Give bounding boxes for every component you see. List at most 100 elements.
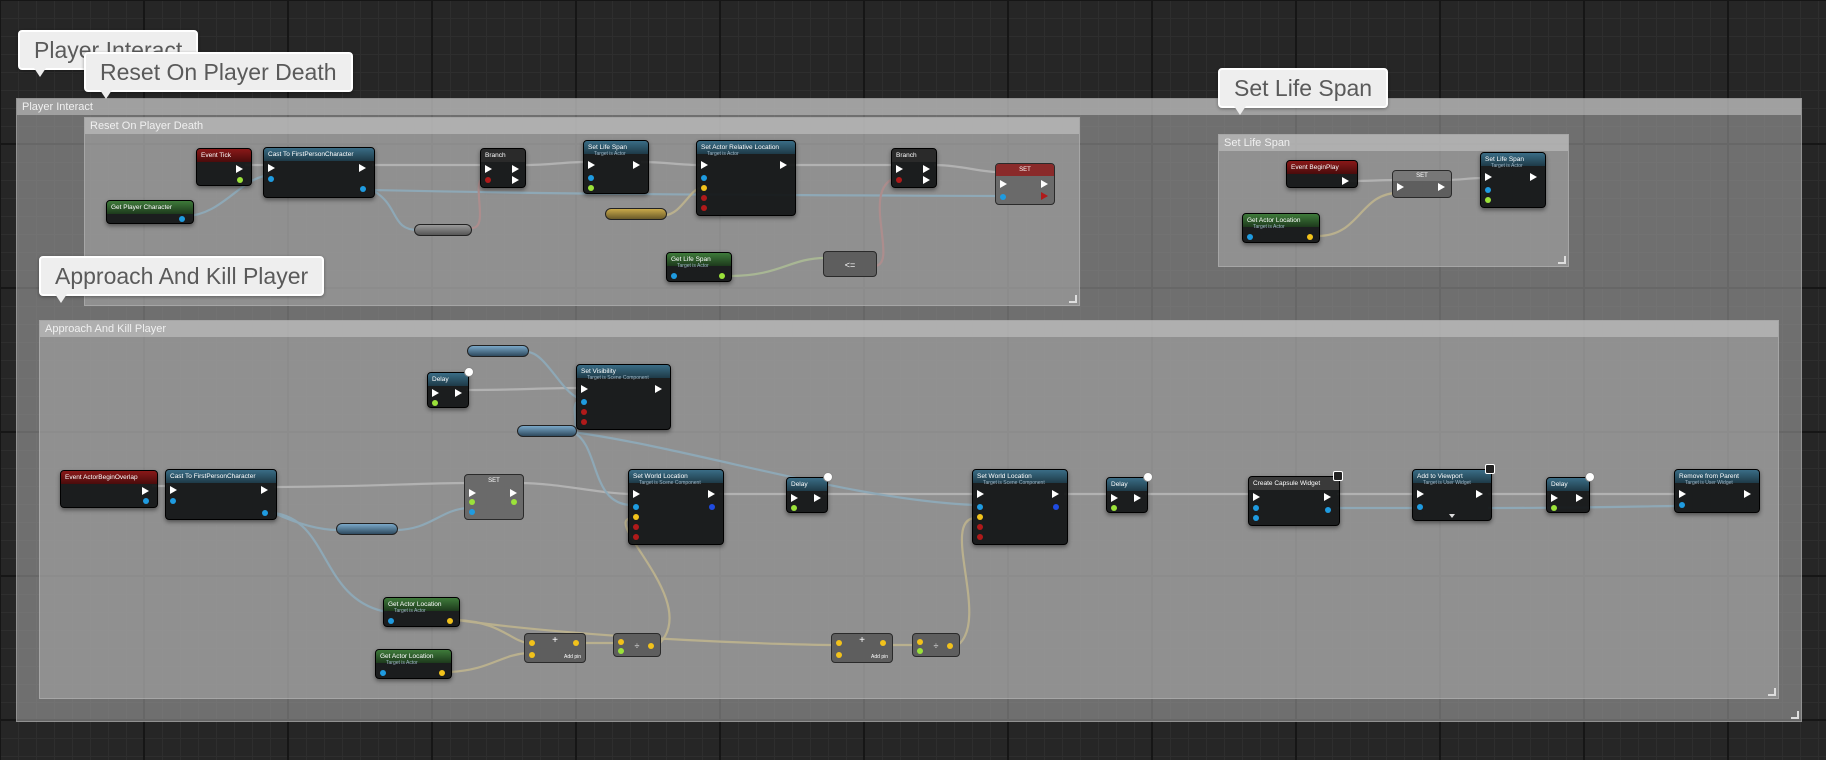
- vector-pin-icon[interactable]: [880, 640, 886, 646]
- vector-pin-icon[interactable]: [1307, 234, 1313, 240]
- object-pin-icon[interactable]: [1253, 505, 1259, 511]
- float-pin-icon[interactable]: [917, 648, 923, 654]
- struct-pin-icon[interactable]: [709, 504, 715, 510]
- exec-pin-icon[interactable]: [655, 385, 662, 393]
- object-pin-icon[interactable]: [469, 509, 475, 515]
- object-pin-icon[interactable]: [581, 399, 587, 405]
- object-pin-icon[interactable]: [262, 510, 268, 516]
- exec-pin-icon[interactable]: [1744, 490, 1751, 498]
- exec-pin-icon[interactable]: [1342, 177, 1349, 185]
- exec-pin-icon[interactable]: [1551, 494, 1558, 502]
- exec-pin-icon[interactable]: [588, 161, 595, 169]
- node-get-actor-location-2[interactable]: Get Actor Location Target is Actor: [383, 597, 460, 627]
- node-add-vector-2[interactable]: + Add pin: [831, 633, 893, 663]
- exec-pin-icon[interactable]: [923, 176, 930, 184]
- float-pin-icon[interactable]: [1111, 505, 1117, 511]
- bool-pin-icon[interactable]: [977, 524, 983, 530]
- vector-pin-icon[interactable]: [648, 643, 654, 649]
- exec-pin-icon[interactable]: [1485, 173, 1492, 181]
- exec-pin-icon[interactable]: [633, 161, 640, 169]
- node-add-to-viewport[interactable]: Add to Viewport Target is User Widget: [1412, 464, 1495, 521]
- node-get-actor-location-1[interactable]: Get Actor Location Target is Actor: [1242, 213, 1320, 243]
- resize-handle-icon[interactable]: [1791, 711, 1799, 719]
- object-pin-icon[interactable]: [633, 504, 639, 510]
- bool-pin-icon[interactable]: [581, 409, 587, 415]
- exec-pin-icon[interactable]: [1397, 183, 1404, 191]
- object-pin-icon[interactable]: [1417, 504, 1423, 510]
- exec-pin-icon[interactable]: [923, 165, 930, 173]
- object-pin-icon[interactable]: [388, 618, 394, 624]
- exec-pin-icon[interactable]: [708, 490, 715, 498]
- float-pin-icon[interactable]: [719, 273, 725, 279]
- bool-pin-icon[interactable]: [633, 534, 639, 540]
- node-set-3[interactable]: SET: [464, 474, 524, 520]
- exec-pin-icon[interactable]: [485, 165, 492, 173]
- vector-pin-icon[interactable]: [917, 639, 923, 645]
- exec-pin-icon[interactable]: [455, 389, 462, 397]
- exec-pin-icon[interactable]: [896, 165, 903, 173]
- exec-pin-icon[interactable]: [1417, 490, 1424, 498]
- node-add-vector-1[interactable]: + Add pin: [524, 633, 586, 663]
- exec-pin-icon[interactable]: [1253, 493, 1260, 501]
- node-set-world-location-1[interactable]: Set World Location Target is Scene Compo…: [628, 469, 724, 545]
- object-pin-icon[interactable]: [588, 175, 594, 181]
- object-pin-icon[interactable]: [1325, 507, 1331, 513]
- exec-pin-icon[interactable]: [510, 489, 517, 497]
- exec-pin-icon[interactable]: [512, 176, 519, 184]
- node-get-actor-location-3[interactable]: Get Actor Location Target is Actor: [375, 649, 452, 679]
- object-pin-icon[interactable]: [1679, 502, 1685, 508]
- bool-pin-icon[interactable]: [701, 205, 707, 211]
- node-compare[interactable]: <=: [823, 251, 877, 277]
- exec-pin-icon[interactable]: [1000, 180, 1007, 188]
- exec-pin-icon[interactable]: [1679, 490, 1686, 498]
- exec-pin-icon[interactable]: [268, 164, 275, 172]
- object-pin-icon[interactable]: [701, 175, 707, 181]
- exec-pin-icon[interactable]: [633, 490, 640, 498]
- exec-pin-icon[interactable]: [359, 164, 366, 172]
- float-pin-icon[interactable]: [237, 177, 243, 183]
- node-set-actor-relative-location[interactable]: Set Actor Relative Location Target is Ac…: [696, 140, 796, 216]
- exec-pin-icon[interactable]: [1111, 494, 1118, 502]
- object-pin-icon[interactable]: [380, 670, 386, 676]
- exec-pin-icon[interactable]: [1041, 180, 1048, 188]
- exec-pin-icon[interactable]: [432, 389, 439, 397]
- node-delay-2[interactable]: Delay: [786, 472, 833, 513]
- object-pin-icon[interactable]: [1000, 194, 1006, 200]
- node-get-player-character[interactable]: Get Player Character: [106, 200, 194, 224]
- float-pin-icon[interactable]: [1485, 197, 1491, 203]
- comment-bubble-reset-on-player-death[interactable]: Reset On Player Death: [84, 52, 353, 99]
- node-remove-from-parent[interactable]: Remove from Parent Target is User Widget: [1674, 469, 1760, 513]
- comment-bubble-set-life-span[interactable]: Set Life Span: [1218, 68, 1389, 115]
- exec-pin-icon[interactable]: [512, 165, 519, 173]
- node-set-life-span-2[interactable]: Set Life Span Target is Actor: [1480, 152, 1546, 208]
- comment-box-approach-and-kill-player[interactable]: Approach And Kill Player: [39, 320, 1779, 699]
- expand-chevron-icon[interactable]: [1449, 514, 1455, 518]
- vector-pin-icon[interactable]: [633, 514, 639, 520]
- node-reroute-bool[interactable]: [414, 224, 472, 236]
- exec-pin-icon[interactable]: [791, 494, 798, 502]
- comment-bubble-approach-and-kill-player[interactable]: Approach And Kill Player: [39, 256, 325, 303]
- vector-pin-icon[interactable]: [529, 652, 535, 658]
- node-set-world-location-2[interactable]: Set World Location Target is Scene Compo…: [972, 469, 1068, 545]
- node-event-tick[interactable]: Event Tick: [196, 148, 252, 186]
- vector-pin-icon[interactable]: [618, 639, 624, 645]
- object-pin-icon[interactable]: [268, 176, 274, 182]
- float-pin-icon[interactable]: [588, 185, 594, 191]
- node-event-beginplay[interactable]: Event BeginPlay: [1286, 160, 1358, 188]
- vector-pin-icon[interactable]: [447, 618, 453, 624]
- node-delay-4[interactable]: Delay: [1546, 472, 1595, 513]
- object-pin-icon[interactable]: [1247, 234, 1253, 240]
- exec-pin-icon[interactable]: [814, 494, 821, 502]
- vector-pin-icon[interactable]: [836, 652, 842, 658]
- exec-pin-icon[interactable]: [142, 487, 149, 495]
- float-pin-icon[interactable]: [1551, 505, 1557, 511]
- node-divide-vector-1[interactable]: ÷: [613, 633, 661, 657]
- exec-pin-icon[interactable]: [236, 165, 243, 173]
- exec-pin-icon[interactable]: [469, 489, 476, 497]
- bool-pin-icon[interactable]: [633, 524, 639, 530]
- node-reroute-object-3[interactable]: [517, 425, 577, 437]
- object-pin-icon[interactable]: [360, 186, 366, 192]
- float-pin-icon[interactable]: [791, 505, 797, 511]
- node-delay-1[interactable]: Delay: [427, 367, 474, 408]
- node-cast-to-first-person-1[interactable]: Cast To FirstPersonCharacter: [263, 147, 375, 198]
